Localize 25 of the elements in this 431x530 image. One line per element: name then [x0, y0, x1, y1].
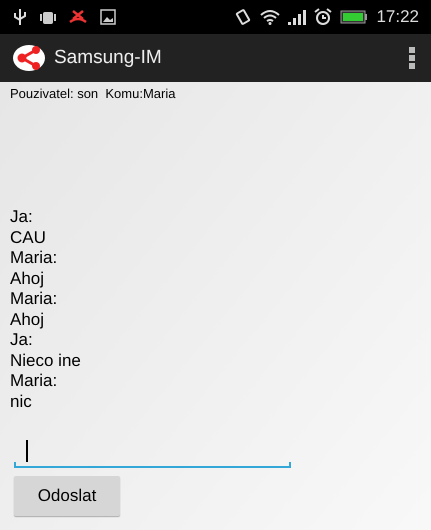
sender-name: Ja:: [10, 330, 33, 350]
message-text: Ahoj: [10, 268, 44, 289]
message-text: Ahoj: [10, 310, 44, 330]
sender-name: Maria:: [10, 371, 58, 392]
message-text: nic: [10, 392, 32, 412]
app-title: Samsung-IM: [54, 46, 162, 70]
image-icon: [100, 9, 116, 25]
clock-time: 17:22: [376, 6, 419, 28]
send-button[interactable]: Odoslat: [14, 476, 120, 516]
sender-name: Maria:: [10, 289, 58, 310]
share-logo-icon: [12, 44, 46, 72]
conversation-header: Pouzivatel: son Komu:Maria: [9, 85, 176, 102]
message-text: CAU: [10, 228, 46, 248]
overflow-menu-icon[interactable]: [409, 47, 415, 69]
usb-icon: [12, 8, 28, 26]
text-cursor: [26, 440, 28, 462]
sender-name: Ja:: [10, 207, 33, 228]
battery-icon: [340, 10, 368, 24]
message-text: Nieco ine: [10, 350, 81, 371]
alarm-icon: [314, 8, 332, 26]
vibrate-icon: [234, 9, 252, 25]
missed-call-icon: [68, 9, 88, 25]
wifi-icon: [260, 9, 280, 25]
sender-name: Maria:: [10, 248, 58, 268]
signal-icon: [288, 9, 306, 25]
